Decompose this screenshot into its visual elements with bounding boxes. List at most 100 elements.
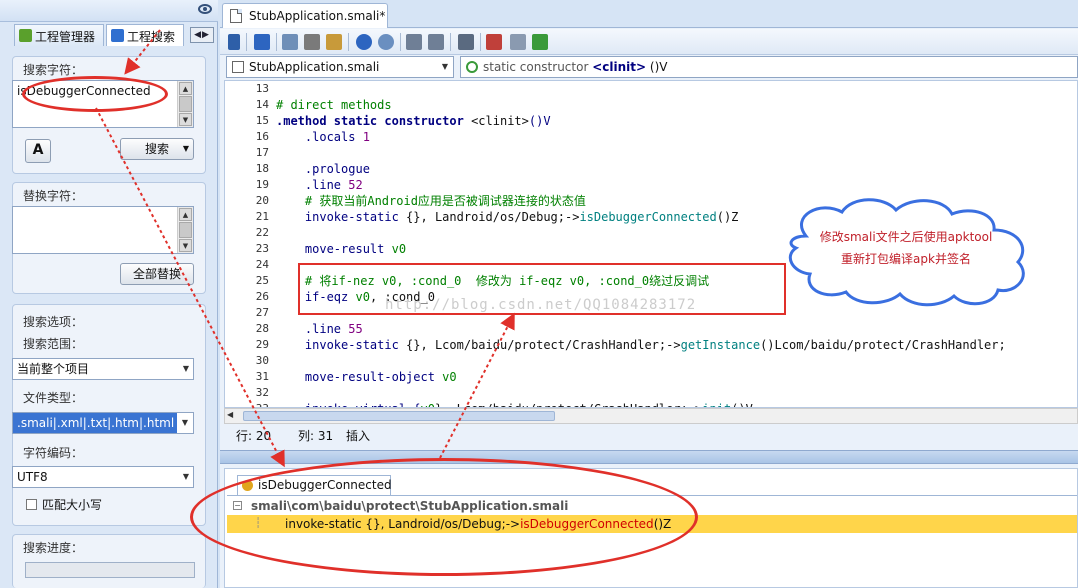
file-selector-value: StubApplication.smali xyxy=(249,60,380,74)
code-token: 1 xyxy=(362,130,370,144)
editor-toolbar xyxy=(220,29,1078,55)
code-line[interactable]: 19 .line 52 xyxy=(225,177,1077,193)
code-line[interactable]: 32 xyxy=(225,385,1077,401)
code-token: v0 xyxy=(391,242,407,256)
lock-icon[interactable] xyxy=(228,34,240,50)
paste-icon[interactable] xyxy=(326,34,342,50)
code-line[interactable]: 28 .line 55 xyxy=(225,321,1077,337)
code-line[interactable]: 13 xyxy=(225,81,1077,97)
undo-icon[interactable] xyxy=(356,34,372,50)
line-number: 29 xyxy=(255,338,269,351)
encoding-label: 字符编码： xyxy=(23,446,84,460)
search-button[interactable]: 搜索 ▼ xyxy=(120,138,194,160)
line-number: 22 xyxy=(255,226,269,239)
filetype-value: .smali|.xml|.txt|.htm|.html xyxy=(17,416,175,430)
code-line[interactable]: 33 invoke-virtual {v0}, Lcom/baidu/prote… xyxy=(225,401,1077,407)
code-token: move-result-object xyxy=(276,370,443,384)
file-icon xyxy=(230,9,242,23)
filetype-select[interactable]: .smali|.xml|.txt|.htm|.html ▼ xyxy=(12,412,194,434)
code-token: .line xyxy=(276,178,349,192)
list-icon[interactable] xyxy=(510,34,526,50)
chevron-down-icon: ▼ xyxy=(177,413,193,433)
code-line[interactable]: 31 move-result-object v0 xyxy=(225,369,1077,385)
status-line: 行: 20 xyxy=(236,429,272,443)
replace-input[interactable]: ▲ ▼ xyxy=(12,206,194,254)
code-line[interactable]: 15 .method static constructor <clinit>()V xyxy=(225,113,1077,129)
chevron-down-icon[interactable]: ▼ xyxy=(183,139,189,159)
scope-select[interactable]: 当前整个项目 ▼ xyxy=(12,358,194,380)
chevron-down-icon: ▼ xyxy=(182,472,189,481)
filetype-label: 文件类型： xyxy=(23,391,84,405)
progress-group-label: 搜索进度： xyxy=(23,541,84,555)
code-text: .line 55 xyxy=(276,321,363,337)
method-name: <clinit> xyxy=(592,60,647,74)
line-number: 25 xyxy=(255,274,269,287)
font-style-button[interactable]: A xyxy=(25,139,51,163)
line-number: 19 xyxy=(255,178,269,191)
code-token: 52 xyxy=(348,178,363,192)
encoding-select[interactable]: UTF8 ▼ xyxy=(12,466,194,488)
document-tab[interactable]: StubApplication.smali* xyxy=(222,3,388,28)
code-text: .locals 1 xyxy=(276,129,370,145)
code-line[interactable]: 14 # direct methods xyxy=(225,97,1077,113)
code-text: invoke-static {}, Lcom/baidu/protect/Cra… xyxy=(276,337,1006,353)
redo-icon[interactable] xyxy=(378,34,394,50)
code-token: .method static constructor xyxy=(276,114,472,128)
file-selector[interactable]: StubApplication.smali ▼ xyxy=(226,56,454,78)
code-line[interactable]: 21 invoke-static {}, Landroid/os/Debug;-… xyxy=(225,209,1077,225)
tab-project-search[interactable]: 工程搜索 xyxy=(106,24,184,46)
method-prefix: static constructor xyxy=(483,60,589,74)
save-icon[interactable] xyxy=(254,34,270,50)
font-icon: A xyxy=(32,142,44,158)
code-line[interactable]: 30 xyxy=(225,353,1077,369)
line-number: 13 xyxy=(255,82,269,95)
code-token: # 获取当前Android应用是否被调试器连接的状态值 xyxy=(276,194,586,208)
code-token: {}, Landroid/os/Debug;-> xyxy=(406,210,580,224)
annotation-ellipse-search xyxy=(22,76,168,112)
forward-icon[interactable] xyxy=(428,34,444,50)
line-number: 18 xyxy=(255,162,269,175)
copy-icon[interactable] xyxy=(282,34,298,50)
tab-scroll-arrows-icon[interactable]: ◀▶ xyxy=(190,27,214,43)
back-icon[interactable] xyxy=(406,34,422,50)
java-icon[interactable] xyxy=(486,34,502,50)
line-number: 27 xyxy=(255,306,269,319)
status-bar: 行: 20 列: 31 插入 xyxy=(224,426,1078,446)
code-token: {}, Lcom/baidu/protect/CrashHandler;-> xyxy=(406,338,681,352)
format-icon[interactable] xyxy=(458,34,474,50)
build-icon[interactable] xyxy=(532,34,548,50)
code-line[interactable]: 18 .prologue xyxy=(225,161,1077,177)
code-line[interactable]: 20 # 获取当前Android应用是否被调试器连接的状态值 xyxy=(225,193,1077,209)
line-number: 16 xyxy=(255,130,269,143)
tab-project-manager[interactable]: 工程管理器 xyxy=(14,24,104,46)
options-group-label: 搜索选项： xyxy=(23,315,84,329)
line-number: 21 xyxy=(255,210,269,223)
search-input-scrollbar[interactable]: ▲ ▼ xyxy=(177,81,193,127)
code-text: .method static constructor <clinit>()V xyxy=(276,113,551,129)
status-mode: 插入 xyxy=(346,429,371,443)
code-line[interactable]: 16 .locals 1 xyxy=(225,129,1077,145)
scroll-left-icon[interactable]: ◀ xyxy=(227,410,233,419)
scope-value: 当前整个项目 xyxy=(17,362,90,376)
code-token: ()Z xyxy=(716,210,739,224)
encoding-value: UTF8 xyxy=(17,470,48,484)
cut-icon[interactable] xyxy=(304,34,320,50)
file-icon xyxy=(232,61,244,73)
code-line[interactable]: 29 invoke-static {}, Lcom/baidu/protect/… xyxy=(225,337,1077,353)
match-case-checkbox[interactable] xyxy=(26,499,37,510)
code-text: move-result-object v0 xyxy=(276,369,457,385)
scrollbar-thumb[interactable] xyxy=(243,411,555,421)
code-line[interactable]: 17 xyxy=(225,145,1077,161)
line-number: 28 xyxy=(255,322,269,335)
method-selector[interactable]: static constructor <clinit> ()V xyxy=(460,56,1078,78)
chevron-down-icon: ▼ xyxy=(441,62,448,71)
android-icon xyxy=(19,29,32,42)
replace-all-button[interactable]: 全部替换 xyxy=(120,263,194,285)
document-tabs: StubApplication.smali* xyxy=(220,0,1078,28)
editor-horizontal-scrollbar[interactable]: ◀ xyxy=(224,408,1078,424)
eye-icon[interactable] xyxy=(198,4,212,14)
code-text: # 获取当前Android应用是否被调试器连接的状态值 xyxy=(276,193,586,209)
replace-input-scrollbar[interactable]: ▲ ▼ xyxy=(177,207,193,253)
line-number: 33 xyxy=(225,401,269,407)
line-number: 32 xyxy=(255,386,269,399)
